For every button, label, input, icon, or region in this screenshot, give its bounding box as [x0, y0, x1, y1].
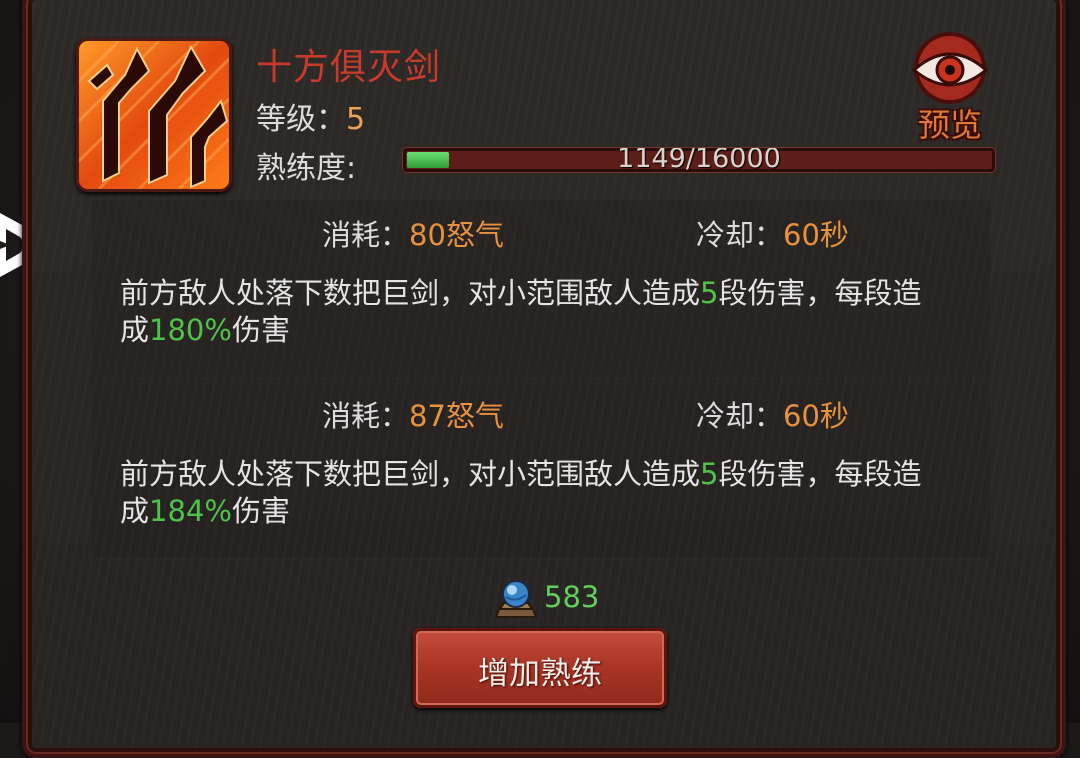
- add-proficiency-button[interactable]: 增加熟练: [413, 628, 667, 708]
- cost-value-2: 87怒气: [409, 399, 504, 433]
- cooldown-label-2: 冷却：: [696, 399, 784, 433]
- proficiency-bar: 1149/16000: [403, 148, 995, 172]
- cooldown-row-1: 冷却：60秒: [696, 212, 849, 254]
- crystal-orb-icon: [494, 580, 538, 618]
- cooldown-value-2: 60秒: [783, 399, 849, 433]
- skill-name: 十方俱灭剑: [256, 47, 442, 88]
- add-proficiency-label: 增加熟练: [478, 656, 602, 692]
- cost-value-1: 80怒气: [409, 218, 504, 252]
- hit-count-2: 5: [700, 457, 719, 491]
- currency-display: 583: [494, 577, 599, 621]
- proficiency-label: 熟练度:: [256, 151, 357, 186]
- skill-icon: [76, 38, 232, 192]
- eye-icon: [911, 32, 989, 104]
- cooldown-row-2: 冷却：60秒: [696, 393, 849, 435]
- level-label: 等级：: [256, 102, 346, 137]
- preview-button[interactable]: 预览: [904, 30, 996, 144]
- cost-row-2: 消耗：87怒气: [322, 393, 504, 435]
- damage-percent-2: 184%: [149, 494, 232, 528]
- currency-amount: 583: [544, 580, 600, 614]
- cooldown-value-1: 60秒: [783, 218, 849, 252]
- preview-label: 预览: [917, 106, 982, 144]
- proficiency-text: 1149/16000: [617, 148, 781, 172]
- cooldown-label-1: 冷却：: [696, 218, 784, 252]
- tier-description-1: 前方敌人处落下数把巨剑，对小范围敌人造成5段伤害，每段造 成180%伤害: [120, 276, 922, 347]
- level-row: 等级：5: [256, 94, 365, 138]
- sword-rain-icon: [79, 41, 229, 189]
- cost-label-1: 消耗：: [322, 218, 410, 252]
- tier-description-2: 前方敌人处落下数把巨剑，对小范围敌人造成5段伤害，每段造 成184%伤害: [120, 457, 922, 528]
- cost-label-2: 消耗：: [322, 399, 410, 433]
- cost-row-1: 消耗：80怒气: [322, 212, 504, 254]
- hit-count-1: 5: [700, 276, 719, 310]
- level-value: 5: [346, 102, 366, 137]
- damage-percent-1: 180%: [149, 313, 232, 347]
